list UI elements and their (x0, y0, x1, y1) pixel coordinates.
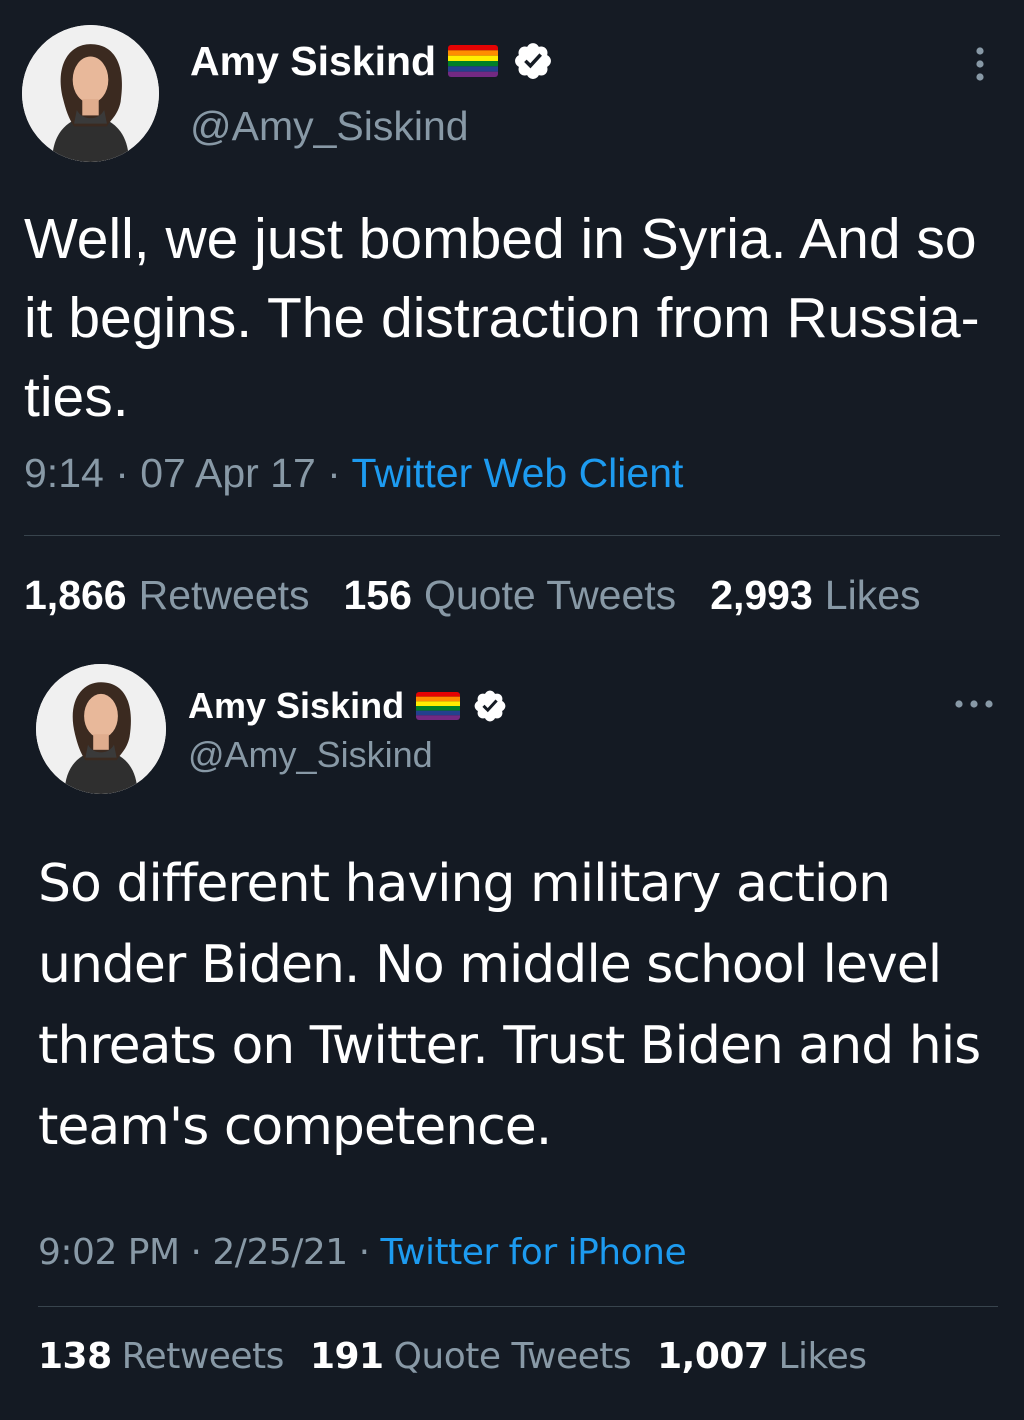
tweet-source-link[interactable]: Twitter for iPhone (381, 1232, 687, 1273)
likes-label: Likes (778, 1336, 868, 1377)
engagement-stats: 138 Retweets 191 Quote Tweets 1,007 Like… (38, 1336, 893, 1377)
meta-separator: · (179, 1232, 213, 1273)
likes-stat[interactable]: 1,007 Likes (657, 1336, 868, 1377)
tweet-source-link[interactable]: Twitter Web Client (351, 450, 683, 496)
tweet-meta: 9:14 · 07 Apr 17 · Twitter Web Client (24, 450, 683, 497)
quote-tweets-stat[interactable]: 156 Quote Tweets (344, 572, 677, 619)
meta-separator: · (347, 1232, 381, 1273)
tweet-meta: 9:02 PM · 2/25/21 · Twitter for iPhone (38, 1232, 687, 1273)
tweet-time[interactable]: 9:02 PM (38, 1232, 180, 1273)
tweet-text: Well, we just bombed in Syria. And so it… (24, 207, 980, 429)
meta-separator: · (315, 450, 352, 496)
avatar[interactable] (36, 664, 166, 794)
verified-badge-icon (472, 688, 508, 724)
divider (24, 535, 1000, 536)
retweets-stat[interactable]: 1,866 Retweets (24, 572, 310, 619)
screenshot-stage: Amy Siskind @Amy_Siskind Well, we just b… (0, 0, 1024, 1420)
likes-count: 1,007 (657, 1336, 769, 1377)
retweets-count: 1,866 (24, 572, 127, 618)
author-name-row[interactable]: Amy Siskind (190, 38, 554, 84)
quote-tweets-stat[interactable]: 191 Quote Tweets (309, 1336, 632, 1377)
engagement-stats: 1,866 Retweets 156 Quote Tweets 2,993 Li… (24, 572, 955, 619)
quote-tweets-label: Quote Tweets (423, 572, 677, 618)
divider (38, 1306, 998, 1307)
display-name[interactable]: Amy Siskind (188, 685, 404, 727)
likes-label: Likes (824, 572, 921, 618)
author-name-row[interactable]: Amy Siskind (188, 684, 508, 728)
more-vertical-icon[interactable] (964, 44, 996, 84)
retweets-label: Retweets (121, 1336, 285, 1377)
tweet-card-2021: Amy Siskind @Amy_Siskind So different ha… (0, 640, 1024, 1420)
meta-separator: · (103, 450, 141, 496)
more-horizontal-icon[interactable] (952, 692, 996, 716)
tweet-time[interactable]: 9:14 (24, 450, 104, 496)
rainbow-flag-icon (448, 45, 499, 77)
verified-badge-icon (512, 40, 554, 82)
rainbow-flag-icon (416, 692, 461, 720)
retweets-label: Retweets (138, 572, 310, 618)
tweet-date[interactable]: 07 Apr 17 (140, 450, 316, 496)
tweet-text: So different having military action unde… (38, 854, 981, 1157)
user-handle[interactable]: @Amy_Siskind (188, 734, 433, 776)
avatar-photo (22, 25, 159, 162)
tweet-date[interactable]: 2/25/21 (212, 1232, 348, 1273)
tweet-card-2017: Amy Siskind @Amy_Siskind Well, we just b… (0, 0, 1024, 640)
likes-count: 2,993 (710, 572, 813, 618)
quote-tweets-count: 156 (343, 572, 412, 618)
quote-tweets-label: Quote Tweets (393, 1336, 632, 1377)
quote-tweets-count: 191 (309, 1336, 384, 1377)
retweets-count: 138 (38, 1336, 112, 1377)
avatar[interactable] (22, 25, 159, 162)
likes-stat[interactable]: 2,993 Likes (710, 572, 920, 619)
user-handle[interactable]: @Amy_Siskind (190, 103, 469, 150)
avatar-photo (36, 664, 166, 794)
retweets-stat[interactable]: 138 Retweets (38, 1336, 284, 1377)
display-name[interactable]: Amy Siskind (190, 38, 436, 85)
